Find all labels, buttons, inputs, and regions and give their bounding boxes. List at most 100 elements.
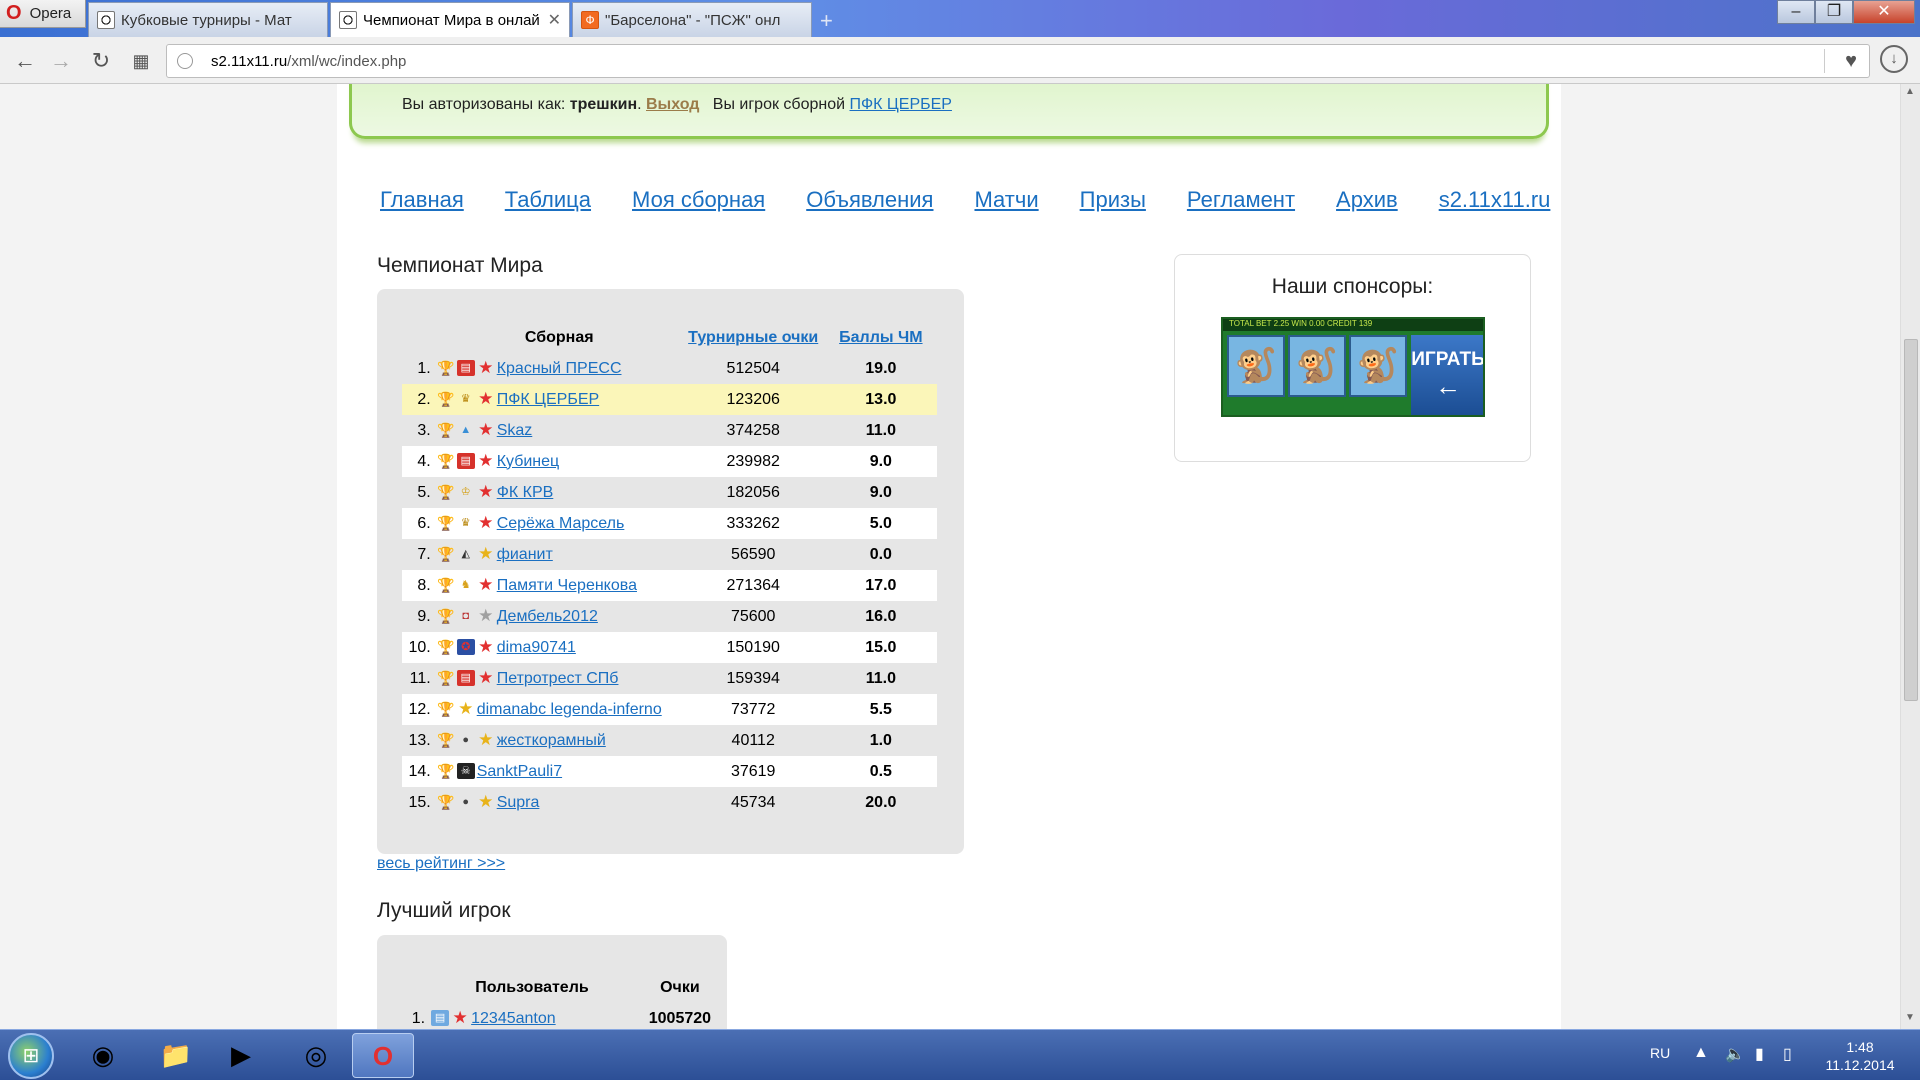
- star-icon: ★: [478, 730, 494, 750]
- power-icon[interactable]: ▯: [1783, 1044, 1792, 1064]
- chrome-app-icon[interactable]: ◎: [285, 1033, 347, 1078]
- team-link[interactable]: Дембель2012: [497, 608, 598, 625]
- opera-app-icon[interactable]: O: [352, 1033, 414, 1078]
- team-link[interactable]: Skaz: [497, 422, 533, 439]
- address-bar[interactable]: s2.11x11.ru/xml/wc/index.php ♥: [166, 44, 1870, 78]
- team-cell: 🏆 ★ dimanabc legenda-inferno: [436, 694, 682, 725]
- row-number: 12.: [402, 694, 437, 725]
- user-link[interactable]: 12345anton: [471, 1010, 556, 1027]
- volume-icon[interactable]: 🔈: [1725, 1044, 1745, 1064]
- window-close-button[interactable]: ✕: [1853, 0, 1915, 24]
- minimize-button[interactable]: –: [1777, 0, 1815, 24]
- close-icon[interactable]: ✕: [548, 10, 561, 30]
- flag-icon: ▤: [431, 1010, 450, 1027]
- championship-panel: Сборная Турнирные очки Баллы ЧМ 1. 🏆 ▤ ★ Кра…: [377, 289, 964, 854]
- speed-dial-icon[interactable]: ▦: [126, 46, 156, 76]
- heart-icon[interactable]: ♥: [1845, 50, 1857, 73]
- reload-button[interactable]: ↻: [86, 46, 116, 76]
- table-row: 13. 🏆 ● ★ жесткорамный 40112 1.0: [402, 725, 937, 756]
- row-number: 9.: [402, 601, 437, 632]
- section-title-championship: Чемпионат Мира: [377, 254, 543, 277]
- row-number: 14.: [402, 756, 437, 787]
- steam-app-icon[interactable]: ◉: [72, 1033, 134, 1078]
- nav-site[interactable]: s2.11x11.ru: [1439, 187, 1551, 213]
- sponsors-panel: Наши спонсоры: TOTAL BET 2.25 WIN 0.00 C…: [1174, 254, 1531, 462]
- forward-button[interactable]: →: [46, 46, 76, 76]
- star-icon: ★: [452, 1008, 468, 1028]
- tournament-points: 45734: [681, 787, 825, 818]
- row-number: 15.: [402, 787, 437, 818]
- star-icon: ★: [478, 482, 494, 502]
- tray-expand-icon[interactable]: ▲: [1693, 1044, 1709, 1062]
- scroll-down-icon[interactable]: ▼: [1905, 1012, 1915, 1023]
- star-icon: ★: [478, 451, 494, 471]
- crown-icon: ♛: [460, 393, 471, 406]
- team-link[interactable]: жесткорамный: [497, 732, 606, 749]
- opera-menu-button[interactable]: O Opera: [0, 0, 86, 28]
- tab-world-championship[interactable]: Чемпионат Мира в онлай ✕: [330, 2, 570, 37]
- my-team-link[interactable]: ПФК ЦЕРБЕР: [850, 96, 952, 113]
- col-wc-points[interactable]: Баллы ЧМ: [825, 323, 937, 353]
- nav-rules[interactable]: Регламент: [1187, 187, 1295, 213]
- table-row: 1. 🏆 ▤ ★ Красный ПРЕСС 512504 19.0: [402, 353, 937, 384]
- table-header-row: Пользователь Очки: [402, 973, 727, 1003]
- clock[interactable]: 1:48 11.12.2014: [1820, 1038, 1900, 1074]
- nav-prizes[interactable]: Призы: [1080, 187, 1146, 213]
- section-title-best-player: Лучший игрок: [377, 899, 511, 922]
- trophy-icon: 🏆: [436, 360, 455, 377]
- tab-barcelona-psg[interactable]: Ф "Барселона" - "ПСЖ" онл: [572, 2, 812, 37]
- language-indicator[interactable]: RU: [1650, 1045, 1670, 1061]
- team-link[interactable]: Красный ПРЕСС: [497, 360, 622, 377]
- wc-points: 0.0: [824, 539, 937, 570]
- nav-my-team[interactable]: Моя сборная: [632, 187, 765, 213]
- row-number: 7.: [402, 539, 437, 570]
- nav-matches[interactable]: Матчи: [974, 187, 1038, 213]
- team-link[interactable]: ПФК ЦЕРБЕР: [497, 391, 599, 408]
- address-url[interactable]: s2.11x11.ru/xml/wc/index.php: [211, 53, 406, 70]
- team-link[interactable]: Кубинец: [497, 453, 560, 470]
- ad-status-strip: TOTAL BET 2.25 WIN 0.00 CREDIT 139: [1223, 319, 1483, 331]
- all-rating-link[interactable]: весь рейтинг >>>: [377, 855, 505, 873]
- start-button[interactable]: ⊞: [8, 1033, 54, 1079]
- row-number: 2.: [402, 384, 437, 415]
- new-tab-button[interactable]: +: [820, 8, 833, 34]
- maximize-button[interactable]: ❐: [1815, 0, 1853, 24]
- page-scrollbar[interactable]: ▲ ▼: [1900, 84, 1920, 1029]
- back-button[interactable]: ←: [10, 46, 40, 76]
- nav-announcements[interactable]: Объявления: [806, 187, 933, 213]
- network-icon[interactable]: ▮: [1755, 1044, 1764, 1064]
- tab-cup-tournaments[interactable]: Кубковые турниры - Мат: [88, 2, 328, 37]
- ad-play-button[interactable]: ИГРАТЬ ←: [1411, 335, 1483, 415]
- trophy-icon: 🏆: [436, 391, 455, 408]
- team-link[interactable]: dimanabc legenda-inferno: [477, 701, 662, 718]
- team-link[interactable]: Памяти Черенкова: [497, 577, 637, 594]
- flag-icon: ▤: [456, 453, 475, 470]
- team-prefix: Вы игрок сборной: [712, 96, 846, 113]
- logout-link[interactable]: Выход: [646, 96, 699, 113]
- scroll-thumb[interactable]: [1904, 339, 1918, 701]
- team-link[interactable]: фианит: [497, 546, 553, 563]
- row-number: 4.: [402, 446, 437, 477]
- sponsor-banner[interactable]: TOTAL BET 2.25 WIN 0.00 CREDIT 139 🐒 🐒 🐒…: [1221, 317, 1485, 417]
- team-link[interactable]: SanktPauli7: [477, 763, 562, 780]
- trophy-icon: 🏆: [436, 577, 455, 594]
- tab-label: "Барселона" - "ПСЖ" онл: [605, 11, 781, 29]
- site-favicon-icon: Ф: [581, 11, 599, 29]
- table-header-row: Сборная Турнирные очки Баллы ЧМ: [402, 323, 937, 353]
- wc-points: 17.0: [824, 570, 937, 601]
- team-link[interactable]: Серёжа Марсель: [497, 515, 625, 532]
- folder-app-icon[interactable]: 📁: [145, 1033, 207, 1078]
- nav-archive[interactable]: Архив: [1336, 187, 1398, 213]
- media-player-icon[interactable]: ▶: [210, 1033, 272, 1078]
- download-icon[interactable]: ↓: [1880, 45, 1908, 73]
- nav-table[interactable]: Таблица: [505, 187, 591, 213]
- table-row: 7. 🏆 ◭ ★ фианит 56590 0.0: [402, 539, 937, 570]
- team-link[interactable]: Supra: [497, 794, 540, 811]
- scroll-up-icon[interactable]: ▲: [1905, 86, 1915, 97]
- col-points[interactable]: Турнирные очки: [682, 323, 825, 353]
- nav-home[interactable]: Главная: [380, 187, 464, 213]
- team-link[interactable]: ФК КРВ: [497, 484, 554, 501]
- row-number: 10.: [402, 632, 437, 663]
- team-link[interactable]: dima90741: [497, 639, 576, 656]
- team-link[interactable]: Петротрест СПб: [497, 670, 619, 687]
